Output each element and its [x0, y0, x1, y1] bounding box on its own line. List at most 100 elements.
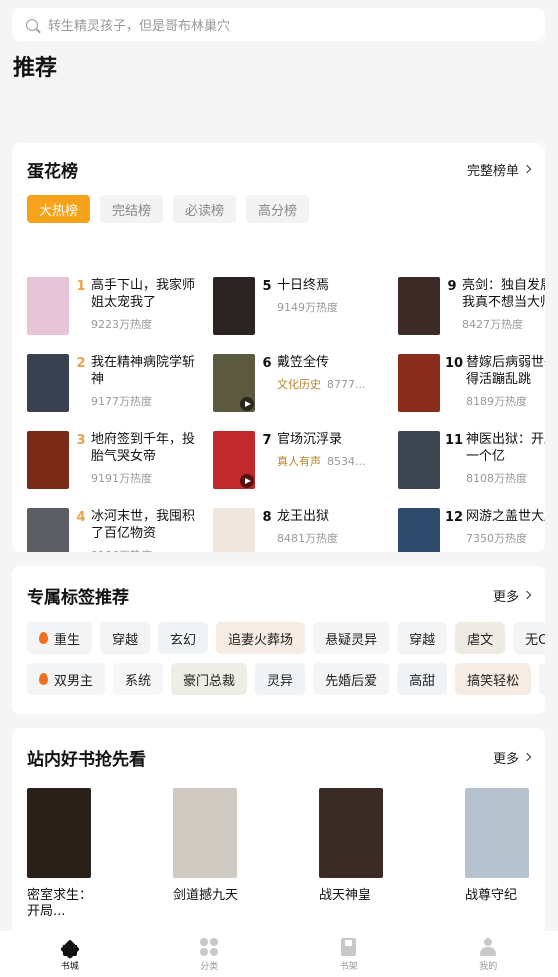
tags-title: 专属标签推荐: [27, 587, 129, 608]
ranking-item[interactable]: 6 戴笠全传 文化历史 8777...: [213, 354, 388, 416]
tag-label: 穿越: [112, 632, 139, 648]
book-info: 我在精神病院学斩神 9177万热度: [91, 354, 202, 416]
rank-number: 11: [444, 433, 464, 448]
tab-bookshelf[interactable]: 书架: [279, 931, 419, 977]
ranking-tab[interactable]: 高分榜: [246, 195, 310, 223]
book-cover: [213, 431, 255, 489]
rank-number: 2: [76, 356, 86, 371]
tab-profile[interactable]: 我的: [419, 931, 558, 977]
tag-chip[interactable]: 系统: [113, 663, 164, 695]
tag-chip[interactable]: [539, 663, 545, 695]
ranking-item[interactable]: 3 地府签到千年，投胎气哭女帝 9191万热度: [27, 431, 202, 493]
ranking-item[interactable]: 4 冰河末世，我囤积了百亿物资 9186万热度: [27, 508, 202, 552]
tag-label: 穿越: [409, 632, 436, 648]
play-icon: [240, 474, 254, 488]
full-ranking-link[interactable]: 完整榜单: [467, 160, 532, 179]
tag-chip[interactable]: 豪门总裁: [171, 663, 248, 695]
tag-chip[interactable]: 无CP: [513, 622, 545, 654]
book-title: 龙王出狱: [277, 509, 330, 524]
preview-card: 站内好书抢先看 更多 密室求生：开局... 剑道撼九天 战天神皇 战尊守纪: [12, 728, 545, 938]
search-bar[interactable]: 转生精灵孩子，但是哥布林巢穴: [12, 8, 545, 41]
tag-label: 高甜: [409, 673, 436, 689]
tag-chip[interactable]: 穿越: [397, 622, 448, 654]
book-title: 替嫁后病弱世子气得活蹦乱跳: [466, 355, 545, 387]
book-title: 亮剑：独自发展，我真不想当大帅: [462, 278, 545, 310]
book-info: 冰河末世，我囤积了百亿物资 9186万热度: [91, 508, 202, 552]
fire-icon: [39, 673, 48, 685]
book-info: 高手下山，我家师姐太宠我了 9223万热度: [91, 277, 202, 339]
heat-count: 9149万热度: [277, 301, 338, 314]
heat-count: 8777...: [327, 378, 366, 391]
book-info: 替嫁后病弱世子气得活蹦乱跳 8189万热度: [466, 354, 545, 416]
heat-count: 8481万热度: [277, 532, 338, 545]
book-cover: [173, 788, 237, 878]
tag-label: 追妻火葬场: [228, 632, 294, 648]
tag-label: 先婚后爱: [325, 673, 378, 689]
ranking-tab[interactable]: 必读榜: [173, 195, 237, 223]
ranking-item[interactable]: 9 亮剑：独自发展，我真不想当大帅 8427万热度: [398, 277, 545, 339]
ranking-item[interactable]: 1 高手下山，我家师姐太宠我了 9223万热度: [27, 277, 202, 339]
category-icon: [200, 938, 219, 956]
ranking-item[interactable]: 12网游之盖世大魔王 7350万热度: [398, 508, 545, 552]
rank-number: 12: [444, 510, 464, 525]
tag-chip[interactable]: 搞笑轻松: [455, 663, 532, 695]
heat-count: 8189万热度: [466, 395, 527, 408]
tag-row: 重生 穿越 玄幻 追妻火葬场 悬疑灵异 穿越 虐文 无CP: [27, 622, 545, 654]
tag-label: 无CP: [525, 632, 545, 648]
chevron-right-icon: [522, 164, 532, 174]
tag-chip[interactable]: 玄幻: [158, 622, 209, 654]
book-info: 地府签到千年，投胎气哭女帝 9191万热度: [91, 431, 202, 493]
book-item[interactable]: 剑道撼九天: [173, 788, 319, 920]
tag-chip[interactable]: 高甜: [397, 663, 448, 695]
ranking-item[interactable]: 5 十日终焉 9149万热度: [213, 277, 388, 339]
tag-chip[interactable]: 虐文: [455, 622, 506, 654]
ranking-tab[interactable]: 大热榜: [27, 195, 91, 223]
tag-chip[interactable]: 重生: [27, 622, 93, 654]
book-item[interactable]: 战尊守纪: [465, 788, 545, 920]
tab-home[interactable]: 书城: [0, 931, 140, 977]
ranking-tab[interactable]: 完结榜: [100, 195, 164, 223]
ranking-item[interactable]: 10替嫁后病弱世子气得活蹦乱跳 8189万热度: [398, 354, 545, 416]
search-placeholder: 转生精灵孩子，但是哥布林巢穴: [48, 19, 231, 34]
ranking-item[interactable]: 2 我在精神病院学斩神 9177万热度: [27, 354, 202, 416]
book-info: 亮剑：独自发展，我真不想当大帅 8427万热度: [462, 277, 545, 339]
tag-chip[interactable]: 悬疑灵异: [313, 622, 390, 654]
book-cover: [27, 788, 91, 878]
tag-chip[interactable]: 双男主: [27, 663, 106, 695]
tab-category[interactable]: 分类: [140, 931, 280, 977]
tag-row: 双男主 系统 豪门总裁 灵异 先婚后爱 高甜 搞笑轻松: [27, 663, 545, 695]
tags-more-link[interactable]: 更多: [493, 586, 532, 605]
tag-chip[interactable]: 灵异: [255, 663, 306, 695]
heat-count: 9191万热度: [91, 472, 152, 485]
bottom-tab-bar: 书城 分类 书架 我的: [0, 931, 558, 977]
book-item[interactable]: 密室求生：开局...: [27, 788, 173, 920]
tag-chip[interactable]: 追妻火葬场: [216, 622, 306, 654]
tag-label: 灵异: [267, 673, 294, 689]
book-cover: [213, 508, 255, 552]
tag-label: 豪门总裁: [183, 673, 236, 689]
book-cover: [27, 354, 69, 412]
book-info: 网游之盖世大魔王 7350万热度: [466, 508, 545, 552]
tag-chip[interactable]: 先婚后爱: [313, 663, 390, 695]
play-icon: [240, 397, 254, 411]
book-item[interactable]: 战天神皇: [319, 788, 465, 920]
book-title: 网游之盖世大魔王: [466, 509, 545, 524]
page-title: 推荐: [13, 56, 58, 81]
ranking-item[interactable]: 7 官场沉浮录 真人有声 8534...: [213, 431, 388, 493]
tag-chip[interactable]: 穿越: [100, 622, 151, 654]
book-info: 神医出狱：开局绝一个亿 8108万热度: [466, 431, 545, 493]
preview-more-link[interactable]: 更多: [493, 748, 532, 767]
rank-number: 9: [447, 279, 457, 294]
book-title: 戴笠全传: [277, 355, 330, 370]
book-cover: [465, 788, 529, 878]
ranking-item[interactable]: 11神医出狱：开局绝一个亿 8108万热度: [398, 431, 545, 493]
bookshelf-icon: [341, 938, 357, 956]
tab-label: 书城: [60, 962, 79, 972]
tag-label: 搞笑轻松: [467, 673, 520, 689]
tag-label: 玄幻: [170, 632, 197, 648]
heat-count: 9223万热度: [91, 318, 152, 331]
ranking-item[interactable]: 8 龙王出狱 8481万热度: [213, 508, 388, 552]
book-info: 戴笠全传 文化历史 8777...: [277, 354, 388, 416]
book-cover: [213, 277, 255, 335]
book-title: 高手下山，我家师姐太宠我了: [91, 278, 196, 310]
